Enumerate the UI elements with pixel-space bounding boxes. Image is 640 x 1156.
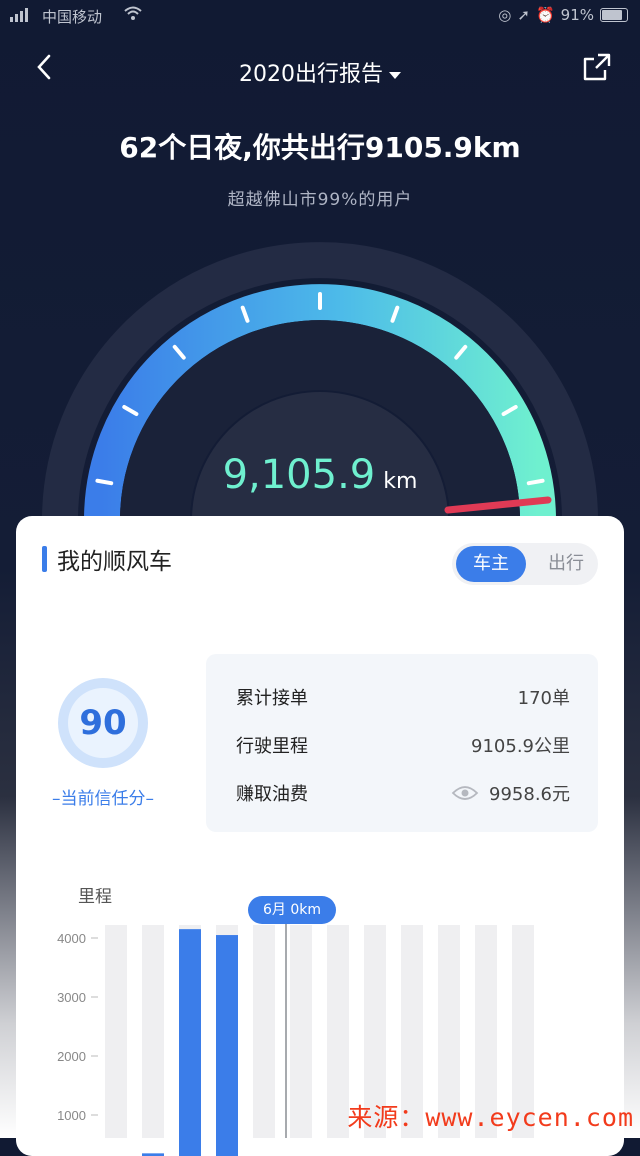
nav-bar: 2020出行报告 (0, 46, 640, 92)
trust-score-badge: 90 (58, 678, 148, 768)
wifi-icon (124, 5, 142, 24)
share-button[interactable] (582, 52, 612, 82)
stat-value: 9105.9公里 (471, 736, 570, 757)
tab-driver[interactable]: 车主 (456, 546, 526, 582)
carpool-card: 我的顺风车 车主 出行 90 –当前信任分– 累计接单 170单 行驶里程 91… (16, 516, 624, 1156)
stat-value: 170单 (517, 688, 570, 709)
stat-label: 赚取油费 (236, 784, 308, 805)
gauge-readout: 9,105.9 km (0, 452, 640, 498)
caret-down-icon (389, 71, 401, 79)
trust-score-label: –当前信任分– (52, 789, 154, 809)
stat-label: 累计接单 (236, 688, 308, 709)
bar-track[interactable] (142, 925, 164, 1138)
gauge-unit: km (383, 469, 418, 494)
battery-icon (600, 8, 628, 22)
share-icon (583, 53, 611, 81)
trip-headline: 62个日夜,你共出行9105.9km (119, 131, 521, 164)
bar-track[interactable] (290, 925, 312, 1138)
bar[interactable] (216, 935, 238, 1156)
y-tick-label: 3000 (57, 990, 86, 1005)
carrier-name: 中国移动 (42, 8, 103, 26)
alarm-icon: ⏰ (535, 6, 555, 24)
location-icon: ➚ (517, 6, 530, 24)
stat-orders: 累计接单 170单 (236, 684, 570, 714)
role-toggle: 车主 出行 (452, 543, 598, 585)
card-title: 我的顺风车 (57, 549, 172, 575)
page-title: 2020出行报告 (239, 62, 383, 87)
rank-subline: 超越佛山市99%的用户 (227, 190, 413, 210)
y-tick-label: 4000 (57, 931, 86, 946)
bar-track[interactable] (105, 925, 127, 1138)
stat-fuel: 赚取油费 9958.6元 (236, 780, 570, 810)
source-watermark: 来源：www.eycen.com (347, 1103, 634, 1132)
report-year-selector[interactable]: 2020出行报告 (0, 56, 640, 88)
bar[interactable] (179, 929, 201, 1156)
chart-tooltip: 6月 0km (248, 896, 336, 924)
tab-passenger[interactable]: 出行 (548, 543, 584, 585)
signal-icon (10, 8, 28, 22)
orientation-lock-icon: ◎ (498, 6, 512, 24)
battery-percent: 91% (560, 6, 594, 24)
eye-icon[interactable] (451, 785, 479, 801)
bar-track[interactable] (253, 925, 275, 1138)
trust-score-value: 90 (68, 688, 138, 758)
y-tick-label: 1000 (57, 1108, 86, 1123)
stat-value: 9958.6元 (489, 784, 570, 805)
y-tick-label: 2000 (57, 1049, 86, 1064)
status-bar: 中国移动 ◎ ➚ ⏰ 91% (0, 0, 640, 34)
stat-label: 行驶里程 (236, 736, 308, 757)
gauge-value: 9,105.9 (222, 452, 376, 498)
card-header: 我的顺风车 (42, 542, 172, 576)
title-accent-bar (42, 546, 47, 572)
stats-panel: 累计接单 170单 行驶里程 9105.9公里 赚取油费 9958.6元 (206, 654, 598, 832)
bar-track[interactable] (327, 925, 349, 1138)
stat-distance: 行驶里程 9105.9公里 (236, 732, 570, 762)
